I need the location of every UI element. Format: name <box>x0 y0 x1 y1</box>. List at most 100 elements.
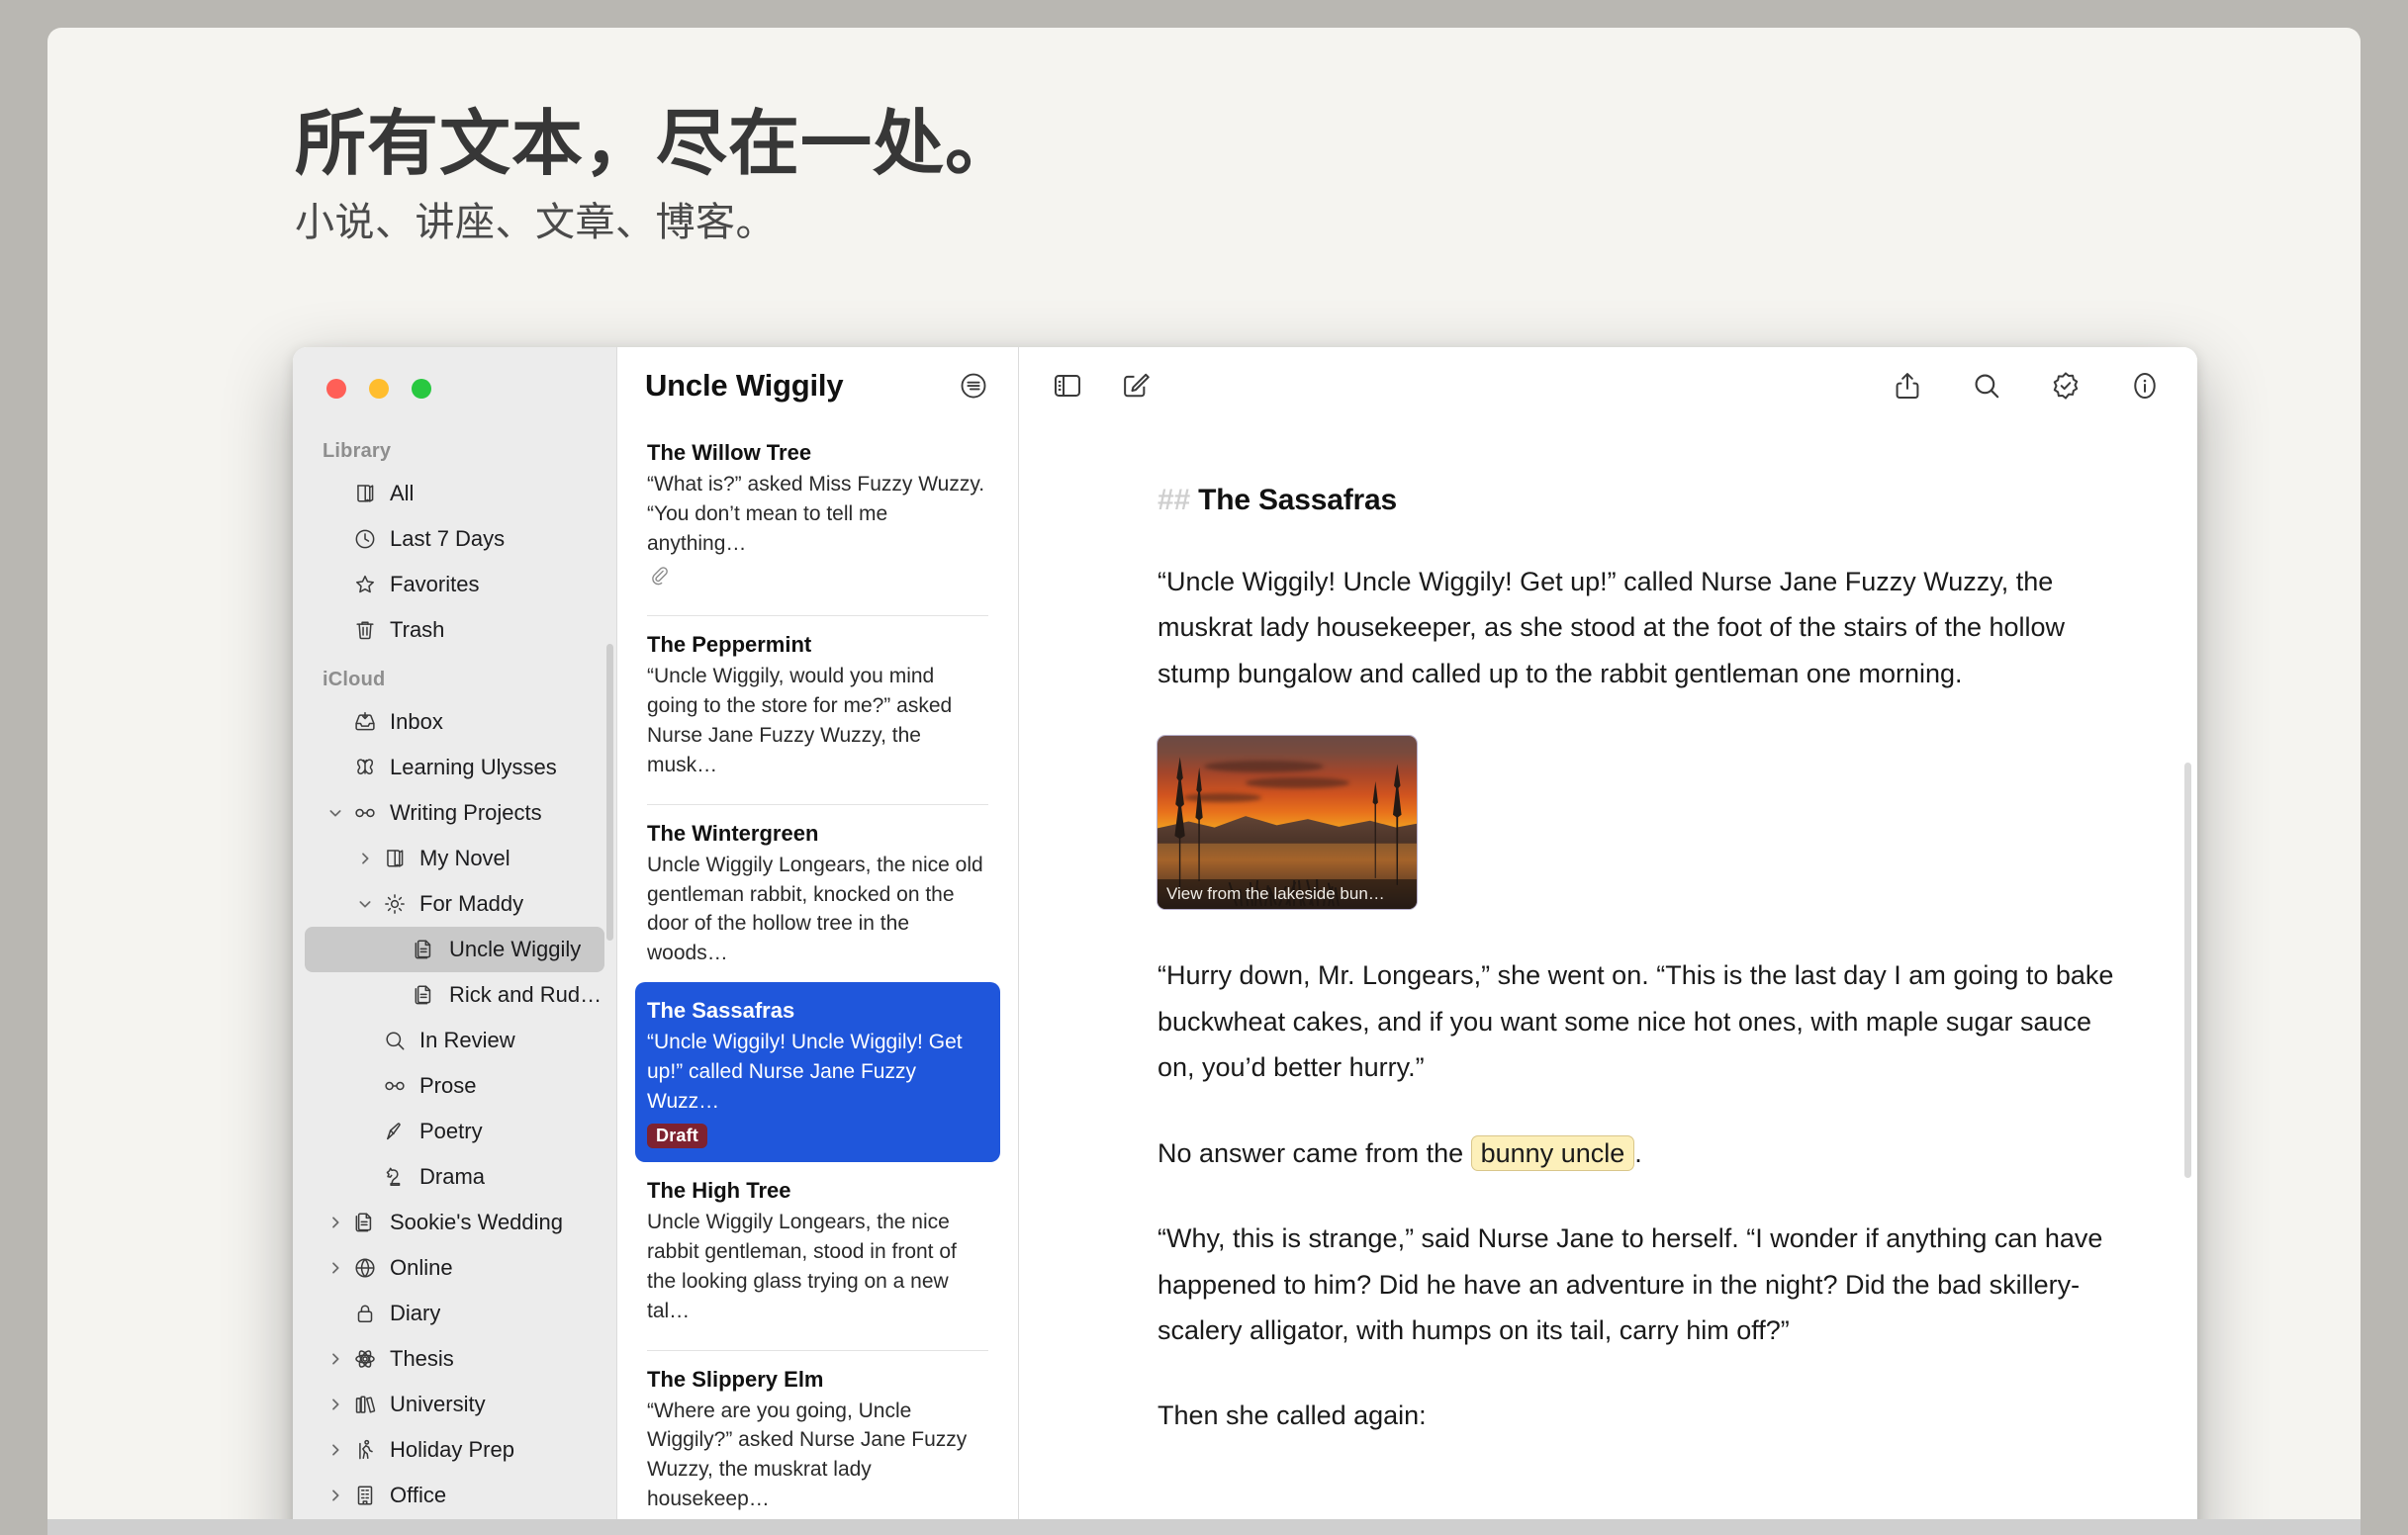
chevron-right-icon[interactable] <box>323 1442 348 1458</box>
note-title: The Willow Tree <box>647 440 988 466</box>
hiker-icon <box>348 1437 382 1463</box>
cloud-shape <box>1183 793 1261 802</box>
status-badge: Draft <box>647 1124 707 1148</box>
sidebar-item-label: Prose <box>419 1073 476 1099</box>
close-button[interactable] <box>326 379 346 399</box>
zoom-button[interactable] <box>412 379 431 399</box>
search-icon[interactable] <box>1968 367 2005 405</box>
note-title: The Sassafras <box>647 998 988 1024</box>
sidebar-item-in-review[interactable]: In Review <box>305 1018 604 1063</box>
sidebar-item-my-novel[interactable]: My Novel <box>305 836 604 881</box>
minimize-button[interactable] <box>369 379 389 399</box>
chevron-down-icon[interactable] <box>323 805 348 821</box>
sidebar-item-university[interactable]: University <box>305 1382 604 1427</box>
inline-image[interactable]: View from the lakeside bun… <box>1158 736 1417 909</box>
book-icon <box>378 846 412 871</box>
document-body[interactable]: ## The Sassafras “Uncle Wiggily! Uncle W… <box>1019 456 2197 1535</box>
document-heading: ## The Sassafras <box>1158 484 2128 517</box>
note-list-item[interactable]: The Wintergreen Uncle Wiggily Longears, t… <box>635 805 1000 982</box>
note-preview: “What is?” asked Miss Fuzzy Wuzzy. “You … <box>647 470 988 558</box>
pen-nib-icon <box>378 1119 412 1144</box>
cloud-shape <box>1246 777 1349 788</box>
sidebar-item-office[interactable]: Office <box>305 1473 604 1518</box>
note-title: The Wintergreen <box>647 821 988 847</box>
note-preview: “Uncle Wiggily, would you mind going to … <box>647 662 988 779</box>
note-list-pane: Uncle Wiggily The Willow Tree “What is?” … <box>617 347 1019 1535</box>
note-list-item[interactable]: The Sassafras “Uncle Wiggily! Uncle Wiggi… <box>635 982 1000 1162</box>
sun-icon <box>378 891 412 917</box>
sidebar-item-drama[interactable]: Drama <box>305 1154 604 1200</box>
highlighted-text[interactable]: bunny uncle <box>1471 1135 1635 1171</box>
app-window: Library All Last 7 Days Favorites Trash iClou… <box>293 347 2197 1535</box>
sidebar-scrollbar[interactable] <box>606 644 613 941</box>
sidebar-item-holiday-prep[interactable]: Holiday Prep <box>305 1427 604 1473</box>
window-controls <box>326 379 431 399</box>
note-preview: Uncle Wiggily Longears, the nice old gen… <box>647 851 988 968</box>
sidebar-item-thesis[interactable]: Thesis <box>305 1336 604 1382</box>
sidebar-item-label: For Maddy <box>419 891 523 917</box>
sidebar-item-diary[interactable]: Diary <box>305 1291 604 1336</box>
chevron-right-icon[interactable] <box>323 1397 348 1412</box>
sidebar-item-label: Rick and Ruddy… <box>449 982 604 1008</box>
sidebar-item-label: Inbox <box>390 709 443 735</box>
note-list-item[interactable]: The High Tree Uncle Wiggily Longears, the… <box>635 1162 1000 1339</box>
toggle-sidebar-icon[interactable] <box>1049 367 1086 405</box>
globe-icon <box>348 1255 382 1281</box>
chevron-right-icon[interactable] <box>323 1488 348 1503</box>
sidebar-item-label: Favorites <box>390 572 479 597</box>
note-list-item[interactable]: The Willow Tree “What is?” asked Miss Fuz… <box>635 424 1000 605</box>
clock-icon <box>348 526 382 552</box>
butterfly-icon <box>348 755 382 780</box>
lock-icon <box>348 1301 382 1326</box>
note-list-item[interactable]: The Slippery Elm “Where are you going, Un… <box>635 1351 1000 1528</box>
search-icon <box>378 1028 412 1053</box>
cloud-shape <box>1204 761 1324 772</box>
sidebar-item-label: Holiday Prep <box>390 1437 514 1463</box>
sidebar-item-label: Last 7 Days <box>390 526 505 552</box>
glasses-icon <box>348 800 382 826</box>
chevron-right-icon[interactable] <box>352 851 378 866</box>
sidebar-item-favorites[interactable]: Favorites <box>305 562 604 607</box>
note-preview: “Uncle Wiggily! Uncle Wiggily! Get up!” … <box>647 1028 988 1116</box>
editor-toolbar <box>1019 347 2197 424</box>
note-preview: “Where are you going, Uncle Wiggily?” as… <box>647 1397 988 1514</box>
sidebar-item-uncle-wiggily[interactable]: Uncle Wiggily <box>305 927 604 972</box>
chevron-right-icon[interactable] <box>323 1215 348 1230</box>
building-icon <box>348 1483 382 1508</box>
sidebar-item-online[interactable]: Online <box>305 1245 604 1291</box>
note-list-header: Uncle Wiggily <box>617 347 1018 424</box>
sidebar-item-for-maddy[interactable]: For Maddy <box>305 881 604 927</box>
compose-icon[interactable] <box>1116 367 1154 405</box>
chevron-right-icon[interactable] <box>323 1260 348 1276</box>
list-filter-icon[interactable] <box>955 367 992 405</box>
sidebar-item-trash[interactable]: Trash <box>305 607 604 653</box>
hero-section: 所有文本，尽在一处。 小说、讲座、文章、博客。 <box>295 105 1017 246</box>
sidebar-item-inbox[interactable]: Inbox <box>305 699 604 745</box>
editor-scrollbar[interactable] <box>2184 763 2191 1178</box>
sidebar-item-all[interactable]: All <box>305 471 604 516</box>
sidebar-item-label: In Review <box>419 1028 515 1053</box>
sidebar-item-poetry[interactable]: Poetry <box>305 1109 604 1154</box>
sidebar-item-last-7-days[interactable]: Last 7 Days <box>305 516 604 562</box>
sidebar-section-header: iCloud <box>293 653 616 699</box>
note-list-item[interactable]: The Peppermint “Uncle Wiggily, would you … <box>635 616 1000 793</box>
sidebar-item-rick-and-ruddy[interactable]: Rick and Ruddy… <box>305 972 604 1018</box>
sidebar-item-label: Office <box>390 1483 446 1508</box>
sidebar-item-writing-projects[interactable]: Writing Projects <box>305 790 604 836</box>
chevron-right-icon[interactable] <box>323 1351 348 1367</box>
note-title: The Peppermint <box>647 632 988 658</box>
sidebar-item-label: All <box>390 481 414 506</box>
sidebar-item-sookie-s-wedding[interactable]: Sookie's Wedding <box>305 1200 604 1245</box>
checkmark-seal-icon[interactable] <box>2047 367 2084 405</box>
sidebar-item-label: Diary <box>390 1301 440 1326</box>
note-title: The Slippery Elm <box>647 1367 988 1393</box>
sidebar-list[interactable]: Library All Last 7 Days Favorites Trash iClou… <box>293 424 616 1535</box>
note-list-scroll[interactable]: The Willow Tree “What is?” asked Miss Fuz… <box>617 424 1018 1535</box>
sidebar-item-prose[interactable]: Prose <box>305 1063 604 1109</box>
sidebar-item-label: University <box>390 1392 486 1417</box>
share-icon[interactable] <box>1889 367 1926 405</box>
info-icon[interactable] <box>2126 367 2164 405</box>
chevron-down-icon[interactable] <box>352 896 378 912</box>
sidebar-item-learning-ulysses[interactable]: Learning Ulysses <box>305 745 604 790</box>
sidebar-item-label: Online <box>390 1255 453 1281</box>
